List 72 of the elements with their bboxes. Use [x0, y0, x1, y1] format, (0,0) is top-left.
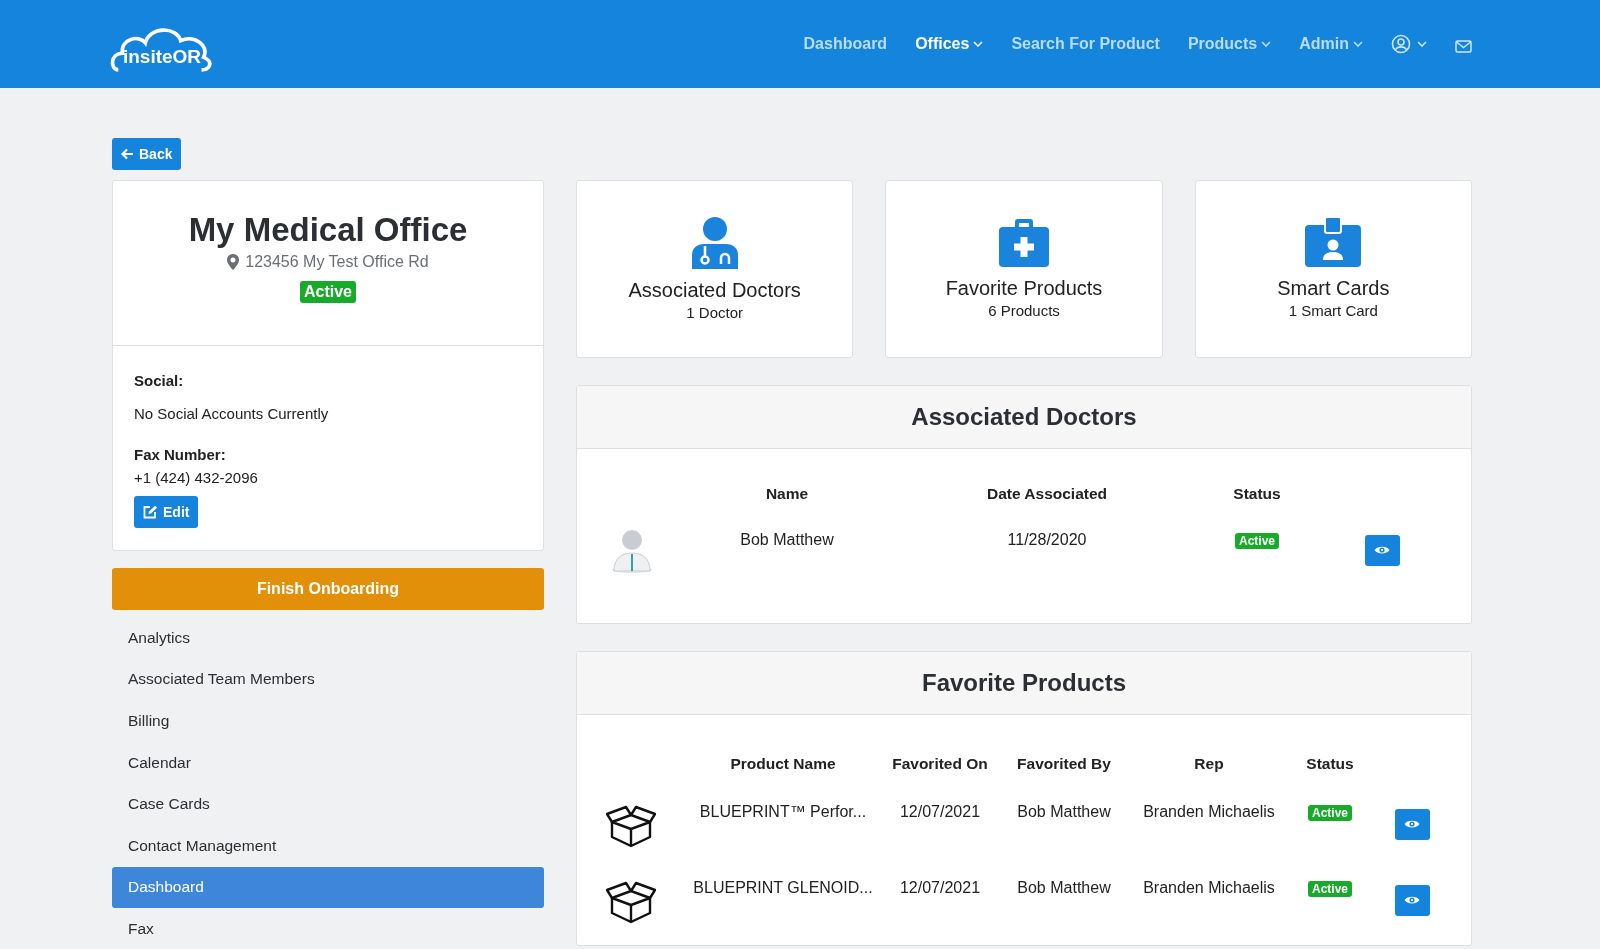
- caret-icon: [1261, 41, 1272, 47]
- eye-icon: [1404, 895, 1420, 905]
- map-pin-icon: [227, 254, 240, 270]
- table-cell-text: 12/07/2021: [899, 878, 981, 897]
- fax-value: +1 (424) 432-2096: [134, 469, 259, 486]
- caret-icon: [973, 41, 984, 47]
- table-cell-text: Bob Matthew: [1017, 802, 1111, 821]
- logo-text: insiteOR: [122, 46, 202, 69]
- column-header: Product Name: [730, 755, 836, 773]
- id-badge-icon: [1305, 217, 1362, 267]
- column-header: Favorited On: [892, 755, 988, 773]
- table-cell-text: BLUEPRINT™ Perfor...: [699, 802, 867, 821]
- panel-title: Associated Doctors: [911, 403, 1137, 431]
- stat-title: Favorite Products: [945, 277, 1103, 300]
- social-label: Social:: [134, 372, 185, 389]
- view-button[interactable]: [1394, 808, 1430, 840]
- status-badge: Active: [300, 281, 356, 303]
- fax-label: Fax Number:: [134, 446, 227, 463]
- stat-card[interactable]: Associated Doctors 1 Doctor: [576, 180, 854, 358]
- back-button[interactable]: Back: [112, 138, 182, 170]
- table-cell-text: Bob Matthew: [740, 530, 834, 549]
- sidebar-item[interactable]: Fax: [112, 908, 544, 949]
- column-header: Status: [1233, 485, 1281, 503]
- medical-kit-icon: [999, 217, 1049, 267]
- eye-icon: [1404, 819, 1420, 829]
- nav-link[interactable]: Offices: [915, 35, 984, 53]
- sidebar-item[interactable]: Contact Management: [112, 824, 544, 867]
- stat-count: 1 Doctor: [686, 304, 743, 321]
- eye-icon: [1374, 545, 1390, 555]
- caret-icon: [1353, 41, 1363, 47]
- edit-icon: [143, 505, 158, 519]
- user-circle-icon: [1391, 34, 1411, 54]
- sidebar-item[interactable]: Billing: [112, 700, 544, 742]
- edit-button[interactable]: Edit: [134, 496, 199, 528]
- envelope-icon[interactable]: [1455, 39, 1472, 53]
- panel-title: Favorite Products: [921, 669, 1126, 697]
- doctor-icon: [691, 217, 738, 269]
- column-header: Name: [765, 485, 809, 503]
- sidebar-item[interactable]: Associated Team Members: [112, 658, 544, 701]
- stat-title: Smart Cards: [1277, 277, 1390, 300]
- column-header: Favorited By: [1017, 755, 1111, 773]
- table-cell-text: Branden Michaelis: [1143, 802, 1275, 821]
- column-header: Date Associated: [987, 485, 1107, 503]
- stat-card[interactable]: Smart Cards 1 Smart Card: [1194, 180, 1472, 358]
- office-address: 123456 My Test Office Rd: [245, 253, 429, 271]
- table-cell-text: Bob Matthew: [1017, 878, 1111, 897]
- table-cell-text: BLUEPRINT GLENOID...: [693, 878, 873, 897]
- sidebar-item[interactable]: Dashboard: [112, 866, 544, 909]
- caret-icon: [1417, 41, 1427, 47]
- column-header: Rep: [1194, 755, 1224, 773]
- status-badge: Active: [1308, 805, 1352, 821]
- status-badge: Active: [1308, 881, 1352, 897]
- view-button[interactable]: [1364, 534, 1400, 566]
- sidebar-item[interactable]: Case Cards: [112, 783, 544, 825]
- arrow-left-icon: [121, 148, 134, 160]
- table-cell-text: 11/28/2020: [1007, 530, 1087, 549]
- sidebar-item[interactable]: Calendar: [112, 741, 544, 784]
- column-header: Status: [1306, 755, 1354, 773]
- doctor-avatar: [610, 527, 654, 573]
- user-menu[interactable]: [1391, 34, 1427, 54]
- sidebar-item[interactable]: Analytics: [112, 617, 544, 659]
- logo[interactable]: insiteOR: [110, 16, 214, 72]
- stat-card[interactable]: Favorite Products 6 Products: [885, 180, 1163, 358]
- stat-count: 6 Products: [988, 302, 1060, 319]
- stat-count: 1 Smart Card: [1288, 302, 1378, 319]
- office-name: My Medical Office: [187, 211, 469, 249]
- view-button[interactable]: [1394, 884, 1430, 916]
- stat-title: Associated Doctors: [628, 279, 801, 302]
- status-badge: Active: [1235, 533, 1279, 549]
- social-value: No Social Accounts Currently: [134, 405, 330, 422]
- table-cell-text: Branden Michaelis: [1143, 878, 1275, 897]
- table-cell-text: 12/07/2021: [899, 802, 981, 821]
